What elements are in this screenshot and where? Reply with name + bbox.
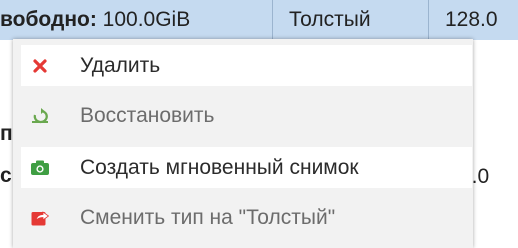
menu-item-label: Создать мгновенный снимок	[80, 155, 359, 179]
provisioning-type-cell: Толстый	[289, 8, 371, 31]
menu-item-restore[interactable]: Восстановить	[21, 95, 472, 136]
menu-item-label: Сменить тип на "Толстый"	[80, 205, 336, 229]
menu-item-delete[interactable]: Удалить	[21, 45, 472, 86]
restore-icon	[31, 107, 49, 125]
menu-item-create-snapshot[interactable]: Создать мгновенный снимок	[21, 147, 472, 188]
menu-item-label: Восстановить	[80, 103, 215, 127]
column-divider	[272, 0, 273, 40]
column-divider	[428, 0, 429, 40]
menu-item-change-type[interactable]: Сменить тип на "Толстый"	[21, 197, 472, 238]
background-text-fragment: с	[0, 164, 12, 187]
share-icon	[31, 209, 49, 227]
close-icon	[31, 57, 49, 75]
size-cell: 128.0	[445, 8, 498, 31]
menu-item-label: Удалить	[80, 53, 161, 77]
camera-icon	[31, 159, 49, 177]
free-space-value: 100.0GiB	[96, 8, 191, 31]
free-space-label: вободно:	[0, 8, 97, 31]
background-text-fragment: п	[0, 122, 13, 145]
free-space-cell: вободно: 100.0GiB	[0, 0, 190, 40]
table-row-selected[interactable]: вободно: 100.0GiB Толстый 128.0	[0, 0, 518, 40]
context-menu: Удалить Восстановить Создать мгновенный …	[13, 39, 473, 248]
